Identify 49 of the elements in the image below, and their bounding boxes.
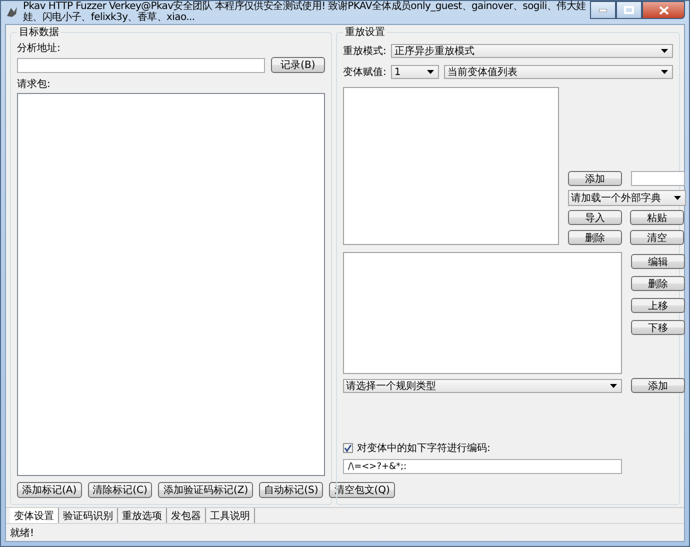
mark-button[interactable]: 自动标记(S) bbox=[259, 482, 324, 498]
url-label: 分析地址: bbox=[17, 42, 62, 55]
list-action-button[interactable]: 清空 bbox=[630, 230, 684, 245]
caret-icon bbox=[427, 70, 434, 74]
list-action-button[interactable]: 导入 bbox=[568, 210, 622, 225]
variant-value-list[interactable] bbox=[343, 87, 559, 245]
encode-label: 对变体中的如下字符进行编码: bbox=[357, 442, 490, 455]
caret-icon bbox=[610, 384, 617, 388]
mark-button[interactable]: 清除标记(C) bbox=[88, 482, 152, 498]
tab[interactable]: 变体设置 bbox=[10, 508, 59, 523]
assign-dropdown[interactable]: 1 bbox=[391, 65, 440, 79]
dictionary-dropdown[interactable]: 请加载一个外部字典 bbox=[568, 190, 686, 206]
maximize-button[interactable] bbox=[616, 1, 642, 19]
add-rule-button[interactable]: 添加 bbox=[631, 378, 685, 393]
rule-type-dropdown[interactable]: 请选择一个规则类型 bbox=[343, 378, 622, 392]
caret-icon bbox=[661, 70, 668, 74]
group-title: 目标数据 bbox=[18, 26, 60, 39]
rule-action-button[interactable]: 上移 bbox=[631, 298, 685, 313]
app-icon bbox=[5, 5, 19, 19]
minimize-icon bbox=[599, 8, 607, 12]
mode-dropdown[interactable]: 正序异步重放模式 bbox=[391, 44, 673, 58]
status-text: 就绪! bbox=[10, 526, 34, 540]
mark-button[interactable]: 添加验证码标记(Z) bbox=[158, 482, 254, 498]
checkmark-icon bbox=[344, 444, 352, 452]
caret-icon bbox=[674, 196, 681, 200]
value-field[interactable] bbox=[631, 171, 685, 186]
list-action-button[interactable]: 粘贴 bbox=[630, 210, 684, 225]
rule-action-button[interactable]: 编辑 bbox=[631, 254, 685, 269]
group-title: 重放设置 bbox=[344, 26, 386, 39]
add-button[interactable]: 添加 bbox=[568, 171, 622, 186]
assign-label: 变体赋值: bbox=[343, 66, 386, 79]
encode-chars-field[interactable]: /\=<>?+&*;: bbox=[343, 459, 622, 474]
rule-action-button[interactable]: 下移 bbox=[631, 320, 685, 335]
close-button[interactable] bbox=[642, 1, 685, 19]
request-label: 请求包: bbox=[17, 78, 52, 91]
close-icon bbox=[658, 6, 668, 14]
record-button[interactable]: 记录(B) bbox=[271, 57, 325, 73]
window-title: Pkav HTTP Fuzzer Verkey@Pkav安全团队 本程序仅供安全测试使用! 致谢PKAV全体成员only_guest、gainover、sogili、伟大娃娃、闪电小子、felixk3y、香草、xiao... bbox=[23, 1, 586, 23]
list-action-button[interactable]: 删除 bbox=[568, 230, 622, 245]
caret-icon bbox=[661, 49, 668, 53]
url-field[interactable] bbox=[17, 58, 265, 72]
encode-checkbox[interactable] bbox=[343, 443, 353, 453]
mark-button[interactable]: 添加标记(A) bbox=[17, 482, 82, 498]
rule-action-button[interactable]: 删除 bbox=[631, 276, 685, 291]
minimize-button[interactable] bbox=[590, 1, 616, 19]
mode-label: 重放模式: bbox=[343, 44, 386, 58]
variant-list-dropdown[interactable]: 当前变体值列表 bbox=[444, 65, 673, 79]
rule-list[interactable] bbox=[343, 252, 622, 374]
maximize-icon bbox=[624, 6, 634, 14]
